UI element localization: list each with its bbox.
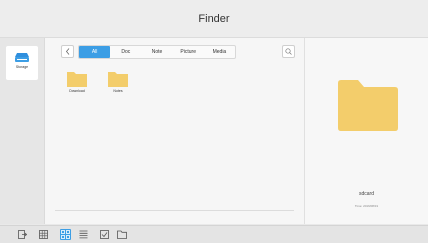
sidebar-item-label: Storage xyxy=(15,65,29,69)
list-view-button[interactable] xyxy=(78,229,89,240)
file-name: Notes xyxy=(113,89,123,93)
file-name: Download xyxy=(69,89,85,93)
chevron-left-icon xyxy=(65,48,69,55)
thumbnail-view-icon xyxy=(39,230,48,239)
tab-note[interactable]: Note xyxy=(141,46,172,58)
search-icon xyxy=(285,48,292,55)
bottom-toolbar xyxy=(0,225,428,243)
title-bar: Finder xyxy=(0,0,428,38)
new-folder-icon xyxy=(116,230,127,239)
sidebar: Storage xyxy=(0,38,45,224)
detail-name: sdcard xyxy=(358,191,374,197)
window-title: Finder xyxy=(198,12,230,25)
tab-all[interactable]: All xyxy=(79,46,111,58)
category-tabs: All Doc Note Picture Media xyxy=(78,45,236,59)
storage-icon xyxy=(15,53,29,62)
list-view-icon xyxy=(79,230,88,239)
file-browser: All Doc Note Picture Media Download Note… xyxy=(45,38,305,224)
folder-icon xyxy=(67,72,87,87)
file-item[interactable]: Download xyxy=(63,71,91,93)
detail-time: Time: 2016/08/31 xyxy=(354,204,379,208)
tab-media[interactable]: Media xyxy=(204,46,235,58)
exit-icon xyxy=(18,230,27,239)
new-folder-button[interactable] xyxy=(116,229,127,240)
search-button[interactable] xyxy=(282,45,295,58)
exit-button[interactable] xyxy=(17,229,28,240)
detail-panel: sdcard Time: 2016/08/31 xyxy=(305,38,428,224)
grid-view-icon xyxy=(61,230,70,239)
select-icon xyxy=(100,230,109,239)
folder-icon xyxy=(338,80,398,131)
sidebar-item-storage[interactable]: Storage xyxy=(6,46,38,80)
tab-doc[interactable]: Doc xyxy=(110,46,141,58)
select-button[interactable] xyxy=(99,229,110,240)
file-item[interactable]: Notes xyxy=(104,71,132,93)
tab-picture[interactable]: Picture xyxy=(173,46,204,58)
divider xyxy=(55,210,294,211)
thumbnail-view-button[interactable] xyxy=(38,229,49,240)
folder-icon xyxy=(108,72,128,87)
back-button[interactable] xyxy=(61,45,74,58)
grid-view-button[interactable] xyxy=(60,229,71,240)
